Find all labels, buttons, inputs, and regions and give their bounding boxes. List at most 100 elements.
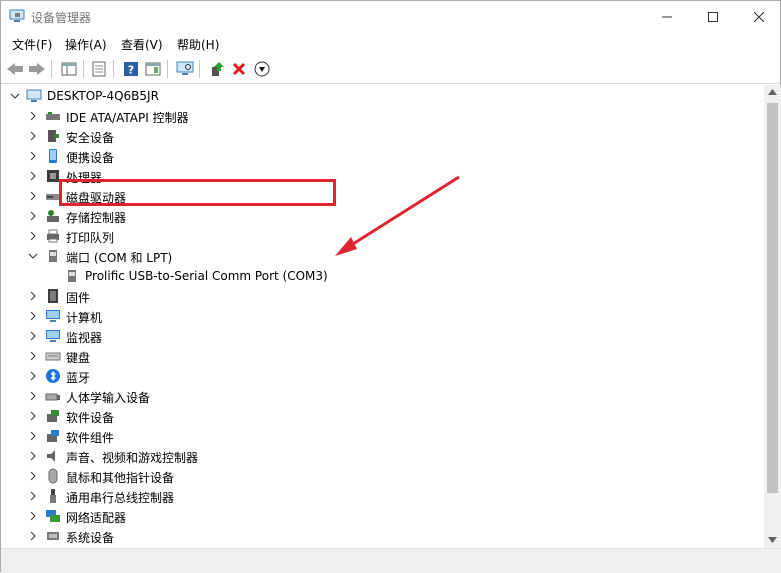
chevron-right-icon[interactable]	[27, 310, 39, 322]
chevron-right-icon[interactable]	[27, 390, 39, 402]
maximize-icon	[708, 11, 718, 22]
forward-arrow-icon	[29, 63, 45, 75]
tree-node-label: Prolific USB-to-Serial Comm Port (COM3)	[85, 269, 328, 283]
tree-category[interactable]: 安全设备	[1, 126, 761, 146]
action-pane-icon	[145, 62, 161, 76]
chevron-right-icon[interactable]	[27, 290, 39, 302]
close-button[interactable]	[736, 1, 781, 32]
menu-help[interactable]: 帮助(H)	[177, 36, 219, 53]
uninstall-device-button[interactable]	[229, 59, 249, 79]
storage-controller-icon	[47, 210, 59, 222]
action-pane-button[interactable]	[143, 59, 163, 79]
tree-root-computer[interactable]: DESKTOP-4Q6B5JR	[1, 86, 761, 106]
firmware-icon	[48, 289, 58, 303]
chevron-right-icon[interactable]	[27, 510, 39, 522]
menu-file[interactable]: 文件(F)	[12, 36, 52, 53]
tree-node-label: DESKTOP-4Q6B5JR	[47, 89, 159, 103]
tree-category[interactable]: 键盘	[1, 346, 761, 366]
tree-node-label: 打印队列	[66, 231, 115, 245]
properties-icon	[92, 61, 106, 77]
chevron-right-icon[interactable]	[27, 410, 39, 422]
scan-hardware-button[interactable]	[175, 59, 195, 79]
tree-node-label: 便携设备	[66, 151, 115, 165]
tree-category[interactable]: 计算机	[1, 306, 761, 326]
update-driver-icon	[212, 62, 224, 76]
chevron-down-icon[interactable]	[27, 250, 39, 262]
tree-node-label: 通用串行总线控制器	[66, 491, 175, 505]
tree-category[interactable]: 软件组件	[1, 426, 761, 446]
tree-category[interactable]: 蓝牙	[1, 366, 761, 386]
tree-node-label: 固件	[66, 291, 91, 305]
toolbar-separator	[199, 60, 200, 78]
mouse-icon	[48, 468, 58, 484]
tree-category[interactable]: 固件	[1, 286, 761, 306]
hid-icon	[45, 393, 60, 401]
chevron-right-icon[interactable]	[27, 150, 39, 162]
tree-category[interactable]: 鼠标和其他指针设备	[1, 466, 761, 486]
toolbar-separator	[167, 60, 168, 78]
tree-category[interactable]: 通用串行总线控制器	[1, 486, 761, 506]
tree-category[interactable]: 便携设备	[1, 146, 761, 166]
tree-category[interactable]: 声音、视频和游戏控制器	[1, 446, 761, 466]
software-device-icon	[47, 410, 59, 422]
tree-node-label: 安全设备	[66, 131, 115, 145]
tree-category[interactable]: 监视器	[1, 326, 761, 346]
scroll-down-icon[interactable]	[768, 537, 777, 543]
help-button[interactable]: ?	[121, 59, 141, 79]
tree-node-label: 监视器	[66, 331, 103, 345]
chevron-right-icon[interactable]	[27, 230, 39, 242]
tree-node-label: 键盘	[66, 351, 91, 365]
system-device-icon	[47, 532, 59, 540]
sound-icon	[47, 450, 55, 462]
tree-device-item[interactable]: Prolific USB-to-Serial Comm Port (COM3)	[1, 266, 761, 286]
chevron-right-icon[interactable]	[27, 370, 39, 382]
tree-category[interactable]: 人体学输入设备	[1, 386, 761, 406]
tree-node-label: 软件设备	[66, 411, 115, 425]
chevron-right-icon[interactable]	[27, 110, 39, 122]
tree-node-label: 存储控制器	[66, 211, 127, 225]
menu-action[interactable]: 操作(A)	[65, 36, 107, 53]
chevron-right-icon[interactable]	[27, 190, 39, 202]
chevron-right-icon[interactable]	[27, 430, 39, 442]
scrollbar-thumb[interactable]	[767, 103, 778, 493]
tree-node-label: 计算机	[66, 311, 103, 325]
chevron-down-icon[interactable]	[9, 90, 21, 102]
chevron-right-icon[interactable]	[27, 130, 39, 142]
tree-node-label: 声音、视频和游戏控制器	[66, 451, 199, 465]
horizontal-scrollbar[interactable]	[1, 548, 781, 573]
close-icon	[754, 11, 764, 22]
chevron-right-icon[interactable]	[27, 330, 39, 342]
tree-category[interactable]: 系统设备	[1, 526, 761, 546]
properties-button[interactable]	[89, 59, 109, 79]
back-button[interactable]	[5, 59, 25, 79]
chevron-right-icon[interactable]	[27, 450, 39, 462]
menu-bar: 文件(F) 操作(A) 查看(V) 帮助(H)	[1, 32, 780, 55]
menu-view[interactable]: 查看(V)	[121, 36, 163, 53]
chevron-right-icon[interactable]	[27, 350, 39, 362]
minimize-button[interactable]	[644, 1, 690, 32]
chevron-right-icon[interactable]	[27, 170, 39, 182]
maximize-button[interactable]	[690, 1, 736, 32]
scroll-up-icon[interactable]	[768, 89, 777, 95]
chevron-right-icon[interactable]	[27, 530, 39, 542]
back-arrow-icon	[7, 63, 23, 75]
device-tree: DESKTOP-4Q6B5JR IDE ATA/ATAPI 控制器 安全设备便携设备…	[1, 85, 764, 548]
show-hide-console-tree-button[interactable]	[59, 59, 79, 79]
disable-device-button[interactable]	[252, 59, 272, 79]
tree-node-label: 软件组件	[66, 431, 115, 445]
tree-category[interactable]: IDE ATA/ATAPI 控制器	[1, 106, 761, 126]
tree-category[interactable]: 网络适配器	[1, 506, 761, 526]
tree-node-label: 网络适配器	[66, 511, 127, 525]
svg-text:?: ?	[128, 64, 134, 77]
chevron-right-icon[interactable]	[27, 210, 39, 222]
tree-category[interactable]: 软件设备	[1, 406, 761, 426]
update-driver-button[interactable]	[207, 59, 227, 79]
tree-node-label: IDE ATA/ATAPI 控制器	[66, 111, 189, 125]
forward-button[interactable]	[27, 59, 47, 79]
network-adapter-icon	[46, 510, 60, 522]
chevron-right-icon[interactable]	[27, 490, 39, 502]
vertical-scrollbar[interactable]	[764, 85, 781, 548]
title-bar: 设备管理器	[1, 1, 780, 32]
software-component-icon	[47, 430, 59, 442]
chevron-right-icon[interactable]	[27, 470, 39, 482]
